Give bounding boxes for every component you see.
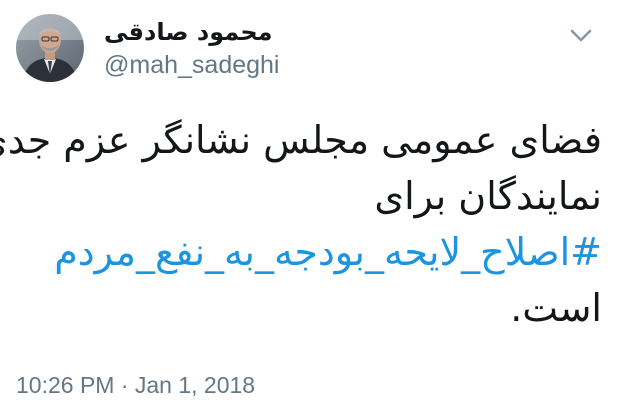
chevron-down-icon	[570, 29, 592, 42]
avatar[interactable]	[16, 14, 84, 82]
author-handle[interactable]: @mah_sadeghi	[104, 50, 280, 80]
tweet-header: محمود صادقی @mah_sadeghi	[0, 14, 620, 84]
tweet-card: محمود صادقی @mah_sadeghi فضای عمومی مجلس…	[0, 0, 620, 417]
hashtag-link[interactable]: #اصلاح_لایحه_بودجه_به_نفع_مردم	[12, 224, 602, 280]
tweet-text-line: نمایندگان برای	[374, 174, 602, 218]
tweet-menu-button[interactable]	[570, 28, 592, 44]
tweet-text: فضای عمومی مجلس نشانگر عزم جدی نمایندگان…	[0, 112, 602, 336]
author-names: محمود صادقی @mah_sadeghi	[104, 16, 280, 80]
author-display-name[interactable]: محمود صادقی	[104, 16, 280, 48]
tweet-timestamp[interactable]: 10:26 PM · Jan 1, 2018	[16, 370, 255, 400]
tweet-text-line: است.	[510, 286, 602, 330]
tweet-text-line: فضای عمومی مجلس نشانگر عزم جدی	[0, 118, 602, 162]
profile-photo-icon	[16, 14, 84, 82]
